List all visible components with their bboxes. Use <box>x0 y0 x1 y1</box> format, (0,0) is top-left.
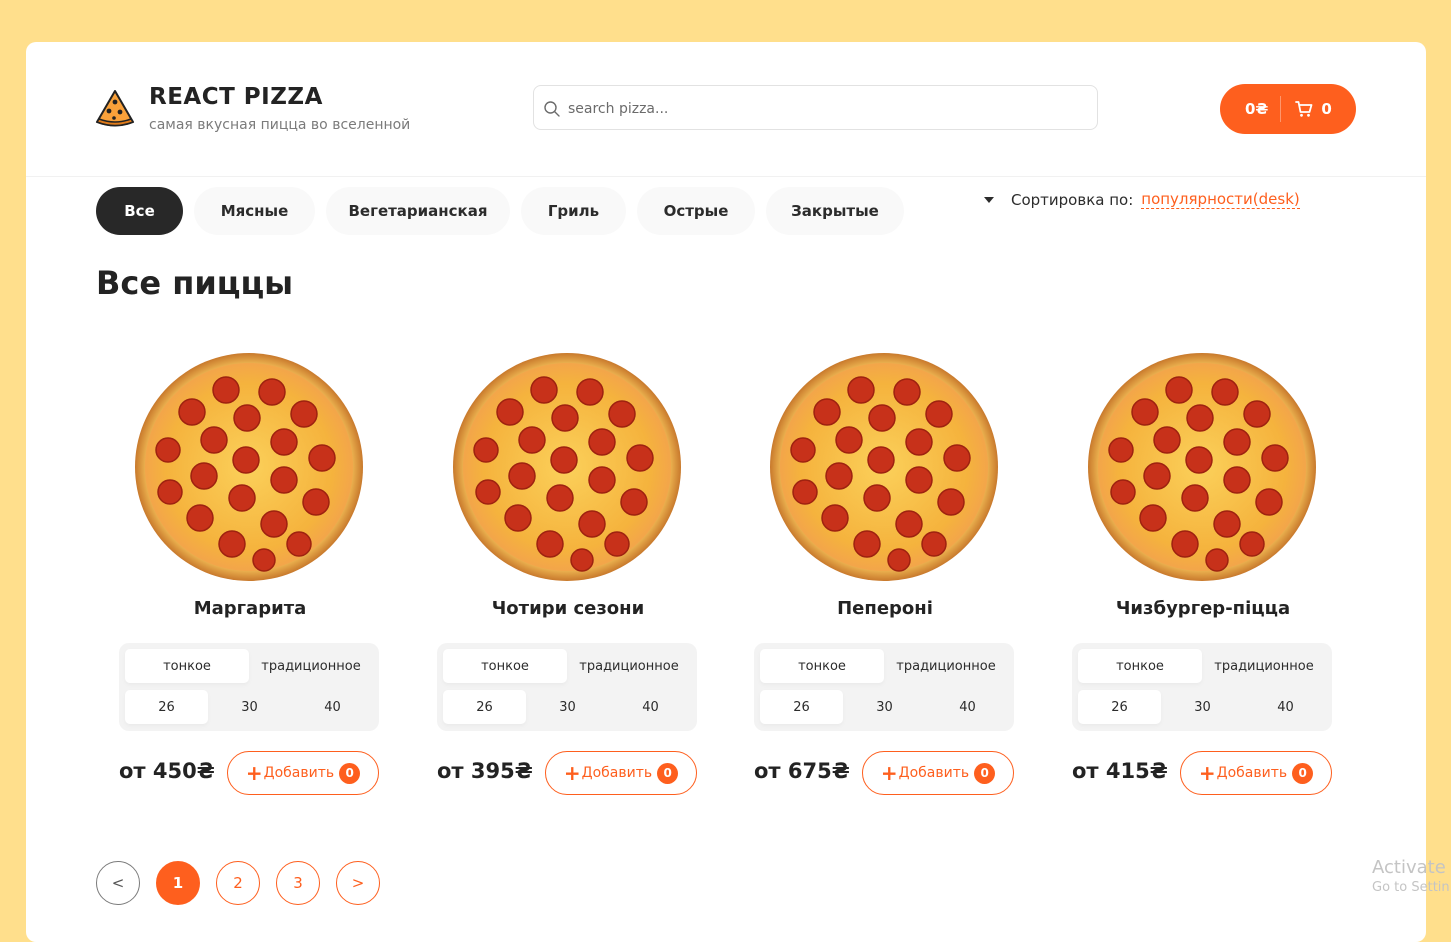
add-count-badge: 0 <box>1292 762 1314 784</box>
plus-icon: + <box>563 761 581 785</box>
logo-subtitle: самая вкусная пицца во вселенной <box>149 117 411 133</box>
size-30[interactable]: 30 <box>843 690 926 724</box>
pizza-name: Маргарита <box>193 598 307 619</box>
sort-arrow-icon[interactable] <box>984 196 994 203</box>
pizza-image[interactable] <box>452 352 682 582</box>
type-traditional[interactable]: традиционное <box>249 649 373 683</box>
type-traditional[interactable]: традиционное <box>1202 649 1326 683</box>
type-thin[interactable]: тонкое <box>760 649 884 683</box>
category-all[interactable]: Все <box>96 187 183 235</box>
add-label: Добавить <box>263 765 335 781</box>
size-40[interactable]: 40 <box>926 690 1009 724</box>
pizza-price: от 450₴ <box>119 759 215 783</box>
add-count-badge: 0 <box>339 762 361 784</box>
type-traditional[interactable]: традиционное <box>884 649 1008 683</box>
search-box <box>533 85 1098 131</box>
plus-icon: + <box>1198 761 1216 785</box>
size-30[interactable]: 30 <box>526 690 609 724</box>
logo-title[interactable]: REACT PIZZA <box>149 84 323 110</box>
search-input[interactable] <box>566 86 1090 131</box>
pizza-name: Чизбургер-піцца <box>1115 598 1291 619</box>
pizza-image[interactable] <box>134 352 364 582</box>
sort-value[interactable]: популярности(desk) <box>1141 190 1300 209</box>
pagination-page-3[interactable]: 3 <box>276 861 320 905</box>
category-grill[interactable]: Гриль <box>521 187 626 235</box>
plus-icon: + <box>880 761 898 785</box>
pizza-options: тонкое традиционное 26 30 40 <box>1072 643 1332 731</box>
cart-total: 0₴ <box>1245 100 1269 118</box>
sort-control: Сортировка по: популярности(desk) <box>984 190 1300 209</box>
size-40[interactable]: 40 <box>1244 690 1327 724</box>
header: REACT PIZZA самая вкусная пицца во вселе… <box>26 42 1426 177</box>
add-count-badge: 0 <box>657 762 679 784</box>
pizza-card: Чизбургер-піцца тонкое традиционное 26 3… <box>1072 348 1334 808</box>
add-to-cart-button[interactable]: + Добавить 0 <box>227 751 379 795</box>
app-container: REACT PIZZA самая вкусная пицца во вселе… <box>26 42 1426 942</box>
add-count-badge: 0 <box>974 762 996 784</box>
pizza-price: от 675₴ <box>754 759 850 783</box>
pizza-card: Маргарита тонкое традиционное 26 30 40 о… <box>119 348 381 808</box>
category-closed[interactable]: Закрытые <box>766 187 904 235</box>
add-to-cart-button[interactable]: + Добавить 0 <box>545 751 697 795</box>
size-40[interactable]: 40 <box>291 690 374 724</box>
add-label: Добавить <box>581 765 653 781</box>
pizza-image[interactable] <box>769 352 999 582</box>
pagination-prev[interactable]: < <box>96 861 140 905</box>
watermark-line2: Go to Settin <box>1372 880 1450 895</box>
pizza-price: от 395₴ <box>437 759 533 783</box>
add-label: Добавить <box>1216 765 1288 781</box>
type-thin[interactable]: тонкое <box>443 649 567 683</box>
pizza-image[interactable] <box>1087 352 1317 582</box>
cart-icon <box>1295 101 1313 117</box>
cart-button[interactable]: 0₴ 0 <box>1220 84 1356 134</box>
pizza-options: тонкое традиционное 26 30 40 <box>119 643 379 731</box>
pizza-price: от 415₴ <box>1072 759 1168 783</box>
pizza-options: тонкое традиционное 26 30 40 <box>754 643 1014 731</box>
pizza-options: тонкое традиционное 26 30 40 <box>437 643 697 731</box>
pizza-logo-icon <box>95 90 135 127</box>
sort-label: Сортировка по: <box>1011 190 1134 209</box>
pizza-name: Пепероні <box>837 598 933 619</box>
cart-divider <box>1280 96 1282 122</box>
size-26[interactable]: 26 <box>1078 690 1161 724</box>
add-to-cart-button[interactable]: + Добавить 0 <box>1180 751 1332 795</box>
add-to-cart-button[interactable]: + Добавить 0 <box>862 751 1014 795</box>
pagination-page-2[interactable]: 2 <box>216 861 260 905</box>
category-spicy[interactable]: Острые <box>637 187 755 235</box>
type-traditional[interactable]: традиционное <box>567 649 691 683</box>
category-vegetarian[interactable]: Вегетарианская <box>326 187 510 235</box>
add-label: Добавить <box>898 765 970 781</box>
pagination-page-1[interactable]: 1 <box>156 861 200 905</box>
category-meat[interactable]: Мясные <box>194 187 315 235</box>
pagination-next[interactable]: > <box>336 861 380 905</box>
size-26[interactable]: 26 <box>443 690 526 724</box>
cart-count: 0 <box>1321 100 1332 118</box>
watermark-line1: Activate W <box>1372 857 1451 878</box>
type-thin[interactable]: тонкое <box>125 649 249 683</box>
search-icon <box>544 101 560 117</box>
size-40[interactable]: 40 <box>609 690 692 724</box>
pizza-name: Чотири сезони <box>491 598 645 619</box>
pizza-card: Пепероні тонкое традиционное 26 30 40 от… <box>754 348 1016 808</box>
size-30[interactable]: 30 <box>208 690 291 724</box>
type-thin[interactable]: тонкое <box>1078 649 1202 683</box>
page-title: Все пиццы <box>96 264 294 302</box>
size-26[interactable]: 26 <box>760 690 843 724</box>
size-30[interactable]: 30 <box>1161 690 1244 724</box>
activate-windows-watermark: Activate W Go to Settin <box>1372 857 1451 895</box>
size-26[interactable]: 26 <box>125 690 208 724</box>
pizza-card: Чотири сезони тонкое традиционное 26 30 … <box>437 348 699 808</box>
plus-icon: + <box>245 761 263 785</box>
